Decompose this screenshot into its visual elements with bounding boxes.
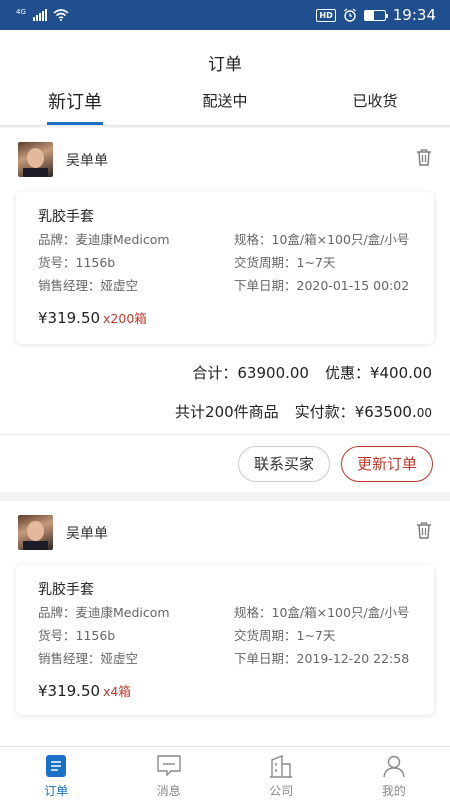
item-count: 共计200件商品	[175, 403, 279, 421]
product-item[interactable]: 乳胶手套 品牌：麦迪康Medicom 规格：10盒/箱×100只/盒/小号 货号…	[16, 192, 434, 344]
trash-icon[interactable]	[416, 521, 432, 539]
order-icon	[43, 753, 69, 779]
buyer-avatar[interactable]	[18, 515, 53, 550]
divider	[0, 434, 450, 435]
hd-icon: HD	[316, 8, 336, 22]
quantity: x200箱	[103, 311, 147, 326]
order-card: 吴单单 乳胶手套 品牌：麦迪康Medicom 规格：10盒/箱×100只/盒/小…	[0, 128, 450, 492]
order-totals: 合计：63900.00 优惠：¥400.00	[192, 362, 432, 383]
product-sku: 货号：1156b	[38, 255, 116, 270]
unit-price: ¥319.50	[38, 682, 101, 700]
product-spec: 规格：10盒/箱×100只/盒/小号	[234, 232, 410, 247]
tab-new-orders[interactable]: 新订单	[0, 86, 150, 125]
page-title: 订单	[208, 55, 242, 75]
clock: 19:34	[392, 6, 436, 24]
bottom-nav: 订单 消息 公司 我的	[0, 746, 450, 800]
nav-company-label: 公司	[269, 784, 294, 798]
quantity: x4箱	[103, 684, 131, 699]
nav-orders-label: 订单	[44, 784, 69, 798]
price-line: ¥319.50 x4箱	[38, 681, 412, 700]
contact-buyer-button[interactable]: 联系买家	[238, 446, 330, 482]
product-item[interactable]: 乳胶手套 品牌：麦迪康Medicom 规格：10盒/箱×100只/盒/小号 货号…	[16, 565, 434, 715]
order-total: 合计：63900.00	[192, 364, 309, 382]
wifi-icon	[53, 9, 69, 21]
nav-messages[interactable]: 消息	[113, 747, 226, 800]
order-summary: 共计200件商品 实付款：¥63500.00	[175, 401, 432, 422]
nav-messages-label: 消息	[156, 784, 181, 798]
product-details: 品牌：麦迪康Medicom 规格：10盒/箱×100只/盒/小号 货号：1156…	[38, 602, 412, 667]
status-left: 4G	[16, 9, 69, 21]
order-header: 吴单单	[0, 501, 450, 565]
nav-profile-label: 我的	[381, 784, 406, 798]
paid-label: 实付款：	[294, 403, 355, 421]
product-details: 品牌：麦迪康Medicom 规格：10盒/箱×100只/盒/小号 货号：1156…	[38, 229, 412, 294]
nav-company[interactable]: 公司	[225, 747, 338, 800]
product-name: 乳胶手套	[38, 582, 94, 598]
order-header: 吴单单	[0, 128, 450, 192]
order-date: 下单日期：2019-12-20 22:58	[234, 651, 410, 666]
order-discount: 优惠：¥400.00	[324, 364, 432, 382]
header: 订单 新订单 配送中 已收货	[0, 30, 450, 126]
product-name: 乳胶手套	[38, 209, 94, 225]
price-line: ¥319.50 x200箱	[38, 308, 412, 327]
tab-delivering[interactable]: 配送中	[150, 86, 300, 125]
delivery-period: 交货周期：1~7天	[234, 255, 336, 270]
product-sku: 货号：1156b	[38, 628, 116, 643]
sales-manager: 销售经理：娅虚空	[38, 651, 139, 666]
delivery-period: 交货周期：1~7天	[234, 628, 336, 643]
nav-orders[interactable]: 订单	[0, 747, 113, 800]
network-type: 4G	[16, 8, 26, 16]
paid-amount: ¥63500.	[354, 403, 417, 421]
product-brand: 品牌：麦迪康Medicom	[38, 232, 170, 247]
product-brand: 品牌：麦迪康Medicom	[38, 605, 170, 620]
tab-received[interactable]: 已收货	[300, 86, 450, 125]
unit-price: ¥319.50	[38, 309, 101, 327]
paid-decimal: 00	[416, 406, 432, 420]
order-tabs: 新订单 配送中 已收货	[0, 86, 450, 126]
alarm-icon	[343, 8, 356, 22]
update-order-button[interactable]: 更新订单	[341, 446, 433, 482]
nav-profile[interactable]: 我的	[338, 747, 450, 800]
company-icon	[268, 753, 294, 779]
buyer-name: 吴单单	[66, 526, 108, 542]
sales-manager: 销售经理：娅虚空	[38, 278, 139, 293]
profile-icon	[381, 753, 407, 779]
buyer-avatar[interactable]	[18, 142, 53, 177]
status-right: HD 19:34	[316, 6, 436, 24]
product-spec: 规格：10盒/箱×100只/盒/小号	[234, 605, 410, 620]
battery-icon	[363, 9, 388, 21]
order-date: 下单日期：2020-01-15 00:02	[234, 278, 410, 293]
signal-icon	[32, 9, 47, 21]
order-card: 吴单单 乳胶手套 品牌：麦迪康Medicom 规格：10盒/箱×100只/盒/小…	[0, 501, 450, 746]
trash-icon[interactable]	[416, 148, 432, 166]
message-icon	[156, 753, 182, 779]
buyer-name: 吴单单	[66, 153, 108, 169]
status-bar: 4G HD 19:34	[0, 0, 450, 30]
